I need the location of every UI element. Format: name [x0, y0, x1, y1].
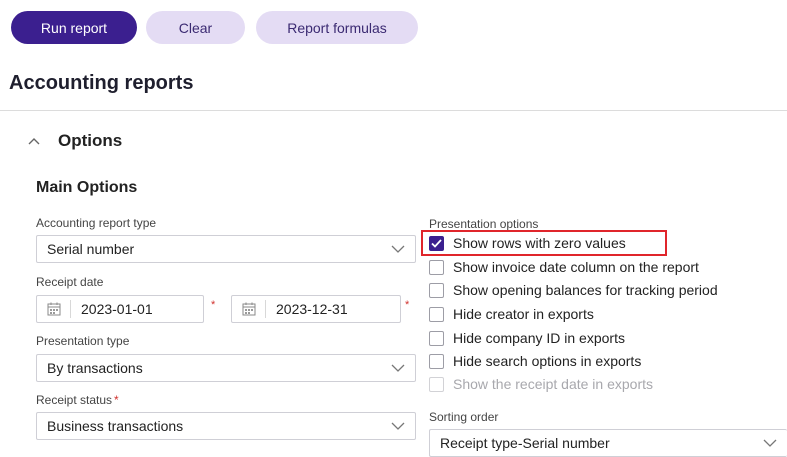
receipt-date-end-value: 2023-12-31 — [276, 301, 348, 317]
calendar-icon[interactable] — [241, 301, 257, 317]
page-title: Accounting reports — [9, 72, 194, 94]
chevron-down-icon — [387, 361, 409, 375]
checkbox-show-rows-zero-values[interactable]: Show rows with zero values — [429, 232, 626, 254]
presentation-options-label: Presentation options — [429, 217, 539, 231]
check-icon — [431, 238, 442, 248]
checkbox-show-invoice-date-column[interactable]: Show invoice date column on the report — [429, 256, 699, 278]
checkbox-label: Hide search options in exports — [453, 353, 642, 369]
checkbox-label: Show invoice date column on the report — [453, 259, 699, 275]
report-formulas-button[interactable]: Report formulas — [256, 11, 418, 44]
run-report-button[interactable]: Run report — [11, 11, 137, 44]
required-marker: * — [211, 299, 216, 311]
checkbox[interactable] — [429, 282, 444, 298]
receipt-status-label: Receipt status * — [36, 393, 119, 407]
checkbox-label: Hide company ID in exports — [453, 330, 625, 346]
chevron-down-icon — [387, 242, 409, 256]
receipt-status-select[interactable]: Business transactions — [36, 412, 416, 440]
receipt-date-start-input[interactable]: 2023-01-01 — [36, 295, 204, 323]
checkbox-hide-creator[interactable]: Hide creator in exports — [429, 303, 594, 325]
checkbox[interactable] — [429, 259, 444, 275]
main-options-title: Main Options — [36, 179, 138, 196]
required-marker: * — [114, 393, 119, 407]
chevron-up-icon[interactable] — [24, 131, 44, 151]
date-separator — [265, 300, 266, 318]
accounting-report-type-label: Accounting report type — [36, 216, 157, 230]
checkbox — [429, 376, 444, 392]
checkbox-label: Show opening balances for tracking perio… — [453, 282, 718, 298]
checkbox-label: Show the receipt date in exports — [453, 376, 654, 392]
checkbox-hide-search-options[interactable]: Hide search options in exports — [429, 350, 641, 372]
receipt-status-label-text: Receipt status — [36, 393, 113, 407]
checkbox-hide-company-id[interactable]: Hide company ID in exports — [429, 327, 625, 349]
date-separator — [70, 300, 71, 318]
sorting-order-value: Receipt type-Serial number — [440, 435, 610, 451]
chevron-down-icon — [759, 436, 781, 450]
sorting-order-label: Sorting order — [429, 410, 499, 424]
presentation-type-label: Presentation type — [36, 334, 130, 348]
checkbox-show-receipt-date: Show the receipt date in exports — [429, 373, 653, 395]
receipt-date-end-input[interactable]: 2023-12-31 — [231, 295, 401, 323]
accounting-report-type-value: Serial number — [47, 241, 135, 257]
checkbox-show-opening-balances[interactable]: Show opening balances for tracking perio… — [429, 279, 718, 301]
receipt-date-start-value: 2023-01-01 — [81, 301, 153, 317]
sorting-order-select[interactable]: Receipt type-Serial number — [429, 429, 787, 457]
checkbox-label: Show rows with zero values — [453, 235, 626, 251]
checkbox[interactable] — [429, 330, 444, 346]
presentation-type-select[interactable]: By transactions — [36, 354, 416, 382]
title-divider — [0, 110, 787, 111]
clear-button[interactable]: Clear — [146, 11, 245, 44]
checkbox[interactable] — [429, 306, 444, 322]
receipt-status-value: Business transactions — [47, 418, 184, 434]
checkbox[interactable] — [429, 235, 444, 251]
chevron-down-icon — [387, 419, 409, 433]
calendar-icon[interactable] — [46, 301, 62, 317]
options-section-title: Options — [58, 131, 123, 150]
options-section-toggle[interactable]: Options — [24, 128, 122, 154]
accounting-report-type-select[interactable]: Serial number — [36, 235, 416, 263]
receipt-date-label: Receipt date — [36, 275, 104, 289]
required-marker: * — [405, 299, 410, 311]
toolbar: Run report Clear Report formulas — [0, 0, 787, 56]
checkbox-label: Hide creator in exports — [453, 306, 594, 322]
checkbox[interactable] — [429, 353, 444, 369]
presentation-type-value: By transactions — [47, 360, 143, 376]
